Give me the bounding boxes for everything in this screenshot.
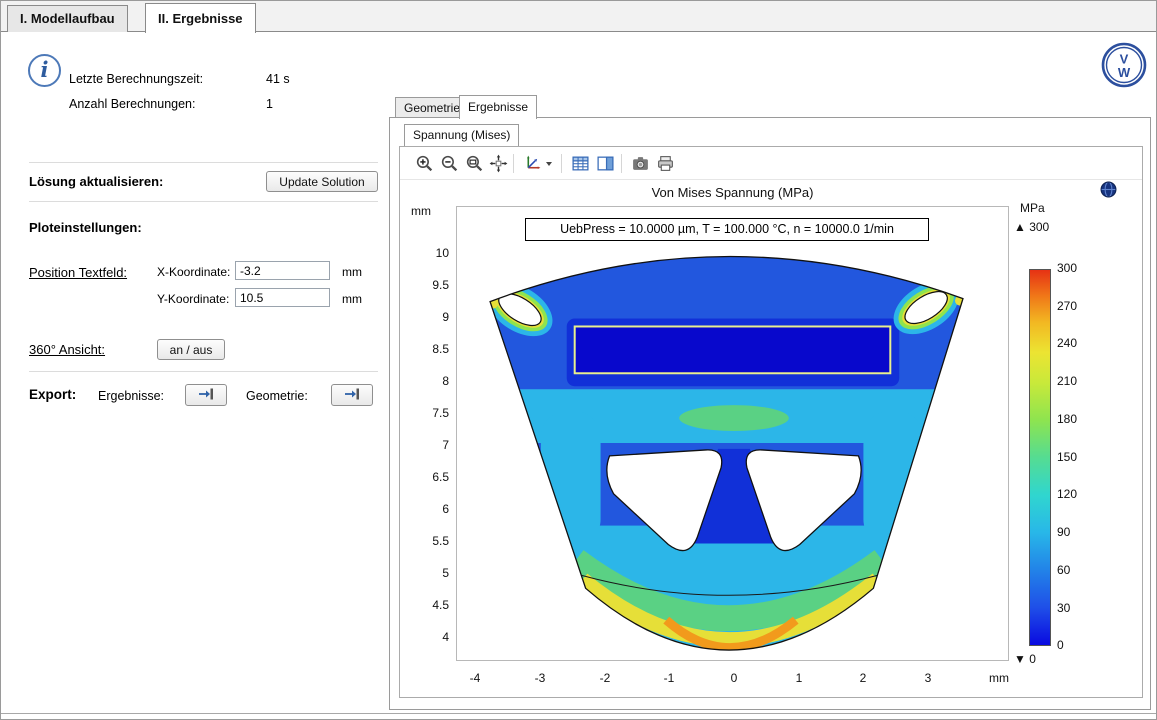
update-solution-button[interactable]: Update Solution bbox=[266, 171, 378, 192]
export-icon bbox=[197, 387, 215, 404]
colorbar-tick: 0 bbox=[1057, 638, 1064, 652]
x-coordinate-input[interactable] bbox=[235, 261, 330, 280]
print-icon[interactable] bbox=[654, 152, 677, 175]
view-orientation-icon[interactable] bbox=[521, 152, 544, 175]
toolbar-separator bbox=[561, 154, 562, 173]
colorbar-tick: 180 bbox=[1057, 412, 1077, 426]
globe-icon[interactable] bbox=[1100, 181, 1117, 203]
tab-spannung-mises[interactable]: Spannung (Mises) bbox=[404, 124, 519, 146]
zoom-extents-icon[interactable] bbox=[487, 152, 510, 175]
export-geometry-button[interactable] bbox=[331, 384, 373, 406]
colorbar-min-marker: ▼ 0 bbox=[1014, 652, 1036, 666]
colorbar-tick: 30 bbox=[1057, 601, 1070, 615]
y-tick-label: 8.5 bbox=[415, 342, 449, 356]
colorbar-tick: 270 bbox=[1057, 299, 1077, 313]
plot-settings-heading: Ploteinstellungen: bbox=[29, 220, 142, 235]
view-360-toggle-button[interactable]: an / aus bbox=[157, 339, 225, 360]
y-coordinate-unit: mm bbox=[342, 292, 362, 306]
y-tick-label: 9.5 bbox=[415, 278, 449, 292]
export-results-label: Ergebnisse: bbox=[98, 389, 164, 403]
camera-icon[interactable] bbox=[629, 152, 652, 175]
separator bbox=[29, 371, 378, 372]
view-360-label: 360° Ansicht: bbox=[29, 342, 105, 357]
toolbar-divider bbox=[400, 179, 1142, 180]
main-tabbar: I. Modellaufbau II. Ergebnisse bbox=[1, 1, 1156, 32]
last-computation-label: Letzte Berechnungszeit: bbox=[69, 72, 203, 86]
colorbar-tick: 300 bbox=[1057, 261, 1077, 275]
y-coordinate-label: Y-Koordinate: bbox=[157, 292, 229, 306]
x-tick-label: 3 bbox=[911, 671, 945, 685]
tab-geometrie[interactable]: Geometrie bbox=[395, 97, 469, 119]
tab-ergebnisse[interactable]: II. Ergebnisse bbox=[145, 3, 256, 33]
y-tick-label: 5 bbox=[415, 566, 449, 580]
separator bbox=[29, 162, 378, 163]
x-tick-label: 1 bbox=[782, 671, 816, 685]
y-tick-label: 10 bbox=[415, 246, 449, 260]
colorbar-unit: MPa bbox=[1020, 201, 1045, 215]
table-icon[interactable] bbox=[569, 152, 592, 175]
plot-title: Von Mises Spannung (MPa) bbox=[456, 185, 1009, 200]
colorbar bbox=[1029, 269, 1051, 646]
y-tick-label: 6 bbox=[415, 502, 449, 516]
export-icon bbox=[343, 387, 361, 404]
colorbar-max-marker: ▲ 300 bbox=[1014, 220, 1049, 234]
x-tick-label: -4 bbox=[458, 671, 492, 685]
y-tick-label: 4.5 bbox=[415, 598, 449, 612]
plot-canvas[interactable] bbox=[456, 206, 1009, 661]
export-results-button[interactable] bbox=[185, 384, 227, 406]
svg-text:W: W bbox=[1118, 65, 1131, 80]
export-geometry-label: Geometrie: bbox=[246, 389, 308, 403]
zoom-box-icon[interactable] bbox=[463, 152, 486, 175]
window-bottom-border bbox=[1, 713, 1156, 714]
x-tick-label: -3 bbox=[523, 671, 557, 685]
y-tick-label: 6.5 bbox=[415, 470, 449, 484]
tab-ergebnisse-plot[interactable]: Ergebnisse bbox=[459, 95, 537, 119]
zoom-in-icon[interactable] bbox=[413, 152, 436, 175]
colorbar-tick: 150 bbox=[1057, 450, 1077, 464]
x-axis-unit: mm bbox=[989, 671, 1009, 685]
y-tick-label: 4 bbox=[415, 630, 449, 644]
tab-modellaufbau[interactable]: I. Modellaufbau bbox=[7, 5, 128, 32]
vw-logo: V W bbox=[1101, 42, 1147, 93]
info-icon bbox=[28, 54, 61, 87]
colorbar-tick: 90 bbox=[1057, 525, 1070, 539]
x-tick-label: -2 bbox=[588, 671, 622, 685]
update-solution-label: Lösung aktualisieren: bbox=[29, 174, 163, 189]
last-computation-value: 41 s bbox=[266, 72, 290, 86]
app-window: I. Modellaufbau II. Ergebnisse Letzte Be… bbox=[0, 0, 1157, 720]
y-tick-label: 7 bbox=[415, 438, 449, 452]
y-axis-unit: mm bbox=[411, 204, 431, 218]
separator bbox=[29, 201, 378, 202]
zoom-out-icon[interactable] bbox=[438, 152, 461, 175]
colorbar-tick: 240 bbox=[1057, 336, 1077, 350]
y-tick-label: 9 bbox=[415, 310, 449, 324]
x-tick-label: 0 bbox=[717, 671, 751, 685]
y-tick-label: 5.5 bbox=[415, 534, 449, 548]
textfield-position-label: Position Textfeld: bbox=[29, 265, 127, 280]
colorbar-tick: 210 bbox=[1057, 374, 1077, 388]
x-tick-label: -1 bbox=[652, 671, 686, 685]
y-tick-label: 7.5 bbox=[415, 406, 449, 420]
plot-annotation: UebPress = 10.0000 µm, T = 100.000 °C, n… bbox=[525, 218, 929, 241]
export-heading: Export: bbox=[29, 387, 76, 402]
fem-surface-plot bbox=[457, 207, 1008, 660]
toolbar-separator bbox=[621, 154, 622, 173]
colorbar-tick: 120 bbox=[1057, 487, 1077, 501]
colorbar-tick: 60 bbox=[1057, 563, 1070, 577]
computation-count-label: Anzahl Berechnungen: bbox=[69, 97, 195, 111]
computation-count-value: 1 bbox=[266, 97, 273, 111]
view-orientation-dropdown-icon[interactable] bbox=[543, 152, 555, 175]
y-tick-label: 8 bbox=[415, 374, 449, 388]
split-view-icon[interactable] bbox=[594, 152, 617, 175]
x-tick-label: 2 bbox=[846, 671, 880, 685]
y-coordinate-input[interactable] bbox=[235, 288, 330, 307]
toolbar-separator bbox=[513, 154, 514, 173]
x-coordinate-label: X-Koordinate: bbox=[157, 265, 230, 279]
x-coordinate-unit: mm bbox=[342, 265, 362, 279]
